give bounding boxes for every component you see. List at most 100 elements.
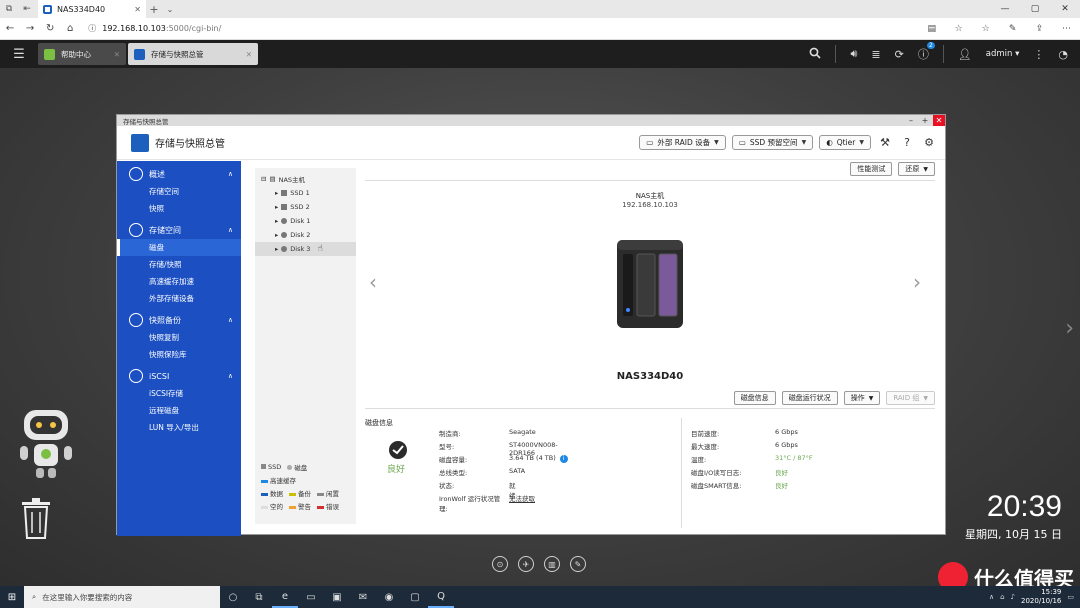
more-options-icon[interactable]: ⋮ [1033,48,1044,61]
tab-actions-icon[interactable]: ⧉ [0,0,18,18]
raid-group-dropdown[interactable]: RAID 组 ▼ [886,391,935,405]
taskbar-app-storage[interactable]: 存储与快照总管 ✕ [128,43,258,65]
close-icon[interactable]: ✕ [1050,0,1080,18]
recycle-bin-icon[interactable] [18,496,54,542]
sidebar-section-snapshot-backup[interactable]: 快照备份 ∧ [117,311,241,329]
qfinder-icon[interactable]: Q [428,586,454,608]
sidebar-item-disks[interactable]: 磁盘 [117,239,241,256]
sidebar-item-remote-disk[interactable]: 远程磁盘 [117,402,241,419]
start-windows-icon[interactable]: ⊞ [0,592,24,603]
ironwolf-link[interactable]: 无法获取 [509,493,535,503]
store-icon[interactable]: ▣ [324,586,350,608]
sidebar-item-iscsi-storage[interactable]: iSCSI存储 [117,385,241,402]
user-menu[interactable]: admin ▾ [986,49,1020,59]
settings-gear-icon[interactable]: ⚙ [921,136,937,149]
restore-label: 还原 [905,165,920,173]
cortana-icon[interactable]: ○ [220,586,246,608]
sidebar-item-external-storage[interactable]: 外部存储设备 [117,290,241,307]
tab-list-chevron-icon[interactable]: ⌄ [162,5,178,14]
app-icon[interactable]: ▢ [402,586,428,608]
tree-node-disk2[interactable]: ▸ Disk 2 [255,228,356,242]
task-view-icon[interactable]: ⧉ [246,586,272,608]
maximize-icon[interactable]: ▢ [1020,0,1050,18]
tree-node-disk3[interactable]: ▸ Disk 3 ☝ [255,242,356,256]
app-icon[interactable]: ◉ [376,586,402,608]
sidebar-item-lun-import-export[interactable]: LUN 导入/导出 [117,419,241,436]
sidebar-item-snapshot-vault[interactable]: 快照保险库 [117,346,241,363]
back-icon[interactable]: ← [4,23,16,34]
taskbar-app-help-center[interactable]: 帮助中心 ✕ [38,43,126,65]
tree-node-ssd1[interactable]: ▸ SSD 1 [255,186,356,200]
volume-icon[interactable]: 🔊︎ [850,47,857,61]
pen-icon[interactable]: ✎ [1003,24,1022,34]
previous-arrow-icon[interactable]: ‹ [369,270,377,294]
external-raid-dropdown[interactable]: ▭ 外部 RAID 设备 ▼ [639,135,726,150]
performance-test-button[interactable]: 性能测试 [850,162,893,176]
mail-icon[interactable]: ✉ [350,586,376,608]
taskbar-search-input[interactable]: ⌕ 在这里输入你要搜索的内容 [24,586,220,608]
dock-app-3-icon[interactable]: ▥ [544,556,560,572]
collapse-icon[interactable]: ⊟ [261,175,266,183]
sidebar-item-snapshot-replica[interactable]: 快照复制 [117,329,241,346]
url-field[interactable]: ⓘ 192.168.10.103:5000/cgi-bin/ [84,21,914,37]
home-icon[interactable]: ⌂ [64,23,76,34]
help-icon[interactable]: ? [899,136,915,149]
disk-health-button[interactable]: 磁盘运行状况 [781,391,838,405]
main-menu-icon[interactable]: ☰ [0,47,38,62]
forward-icon[interactable]: → [24,23,36,34]
sidebar-item-cache-acceleration[interactable]: 高速缓存加速 [117,273,241,290]
favorite-star-icon[interactable]: ☆ [949,24,968,34]
sidebar-item-storage-space[interactable]: 存储空间 [117,183,241,200]
tree-node-ssd2[interactable]: ▸ SSD 2 [255,200,356,214]
tree-node-disk1[interactable]: ▸ Disk 1 [255,214,356,228]
notifications-icon[interactable]: ▭ [1067,593,1074,601]
browser-tab[interactable]: NAS334D40 ✕ [38,0,146,18]
health-status: 良好 [387,465,406,475]
volume-icon[interactable]: ♪ [1011,593,1015,601]
tab-close-icon[interactable]: ✕ [134,5,141,14]
notification-icon[interactable]: ⓘ 2 [918,42,935,62]
favorites-bar-icon[interactable]: ☆ [976,24,995,34]
dock-app-2-icon[interactable]: ✈ [518,556,534,572]
sidebar-section-storage[interactable]: 存储空间 ∧ [117,221,241,239]
more-icon[interactable]: ⋯ [1057,24,1076,34]
close-icon[interactable]: ✕ [933,115,945,126]
minimize-icon[interactable]: — [990,0,1020,18]
tray-arrow-icon[interactable]: ∧ [989,593,994,601]
new-tab-button[interactable]: + [146,3,162,16]
maximize-icon[interactable]: + [919,115,931,126]
qtier-dropdown[interactable]: ◐ Qtier ▼ [819,135,871,150]
sidebar-section-iscsi[interactable]: iSCSI ∧ [117,367,241,385]
close-icon[interactable]: ✕ [246,50,252,59]
next-arrow-icon[interactable]: › [913,270,921,294]
action-dropdown[interactable]: 操作 ▼ [843,391,881,405]
search-icon[interactable] [809,47,822,62]
edge-icon[interactable]: e [272,586,298,608]
minimize-icon[interactable]: – [905,115,917,126]
reading-view-icon[interactable]: ▤ [922,24,941,34]
stack-icon[interactable]: ≣ [871,48,880,61]
dock-app-1-icon[interactable]: ⊙ [492,556,508,572]
disk-info-button[interactable]: 磁盘信息 [733,391,776,405]
sidebar-section-overview[interactable]: 概述 ∧ [117,165,241,183]
dashboard-icon[interactable]: ◔ [1058,48,1068,61]
dock-app-4-icon[interactable]: ✎ [570,556,586,572]
background-task-icon[interactable]: ⟳ [895,48,904,61]
file-explorer-icon[interactable]: ▭ [298,586,324,608]
back-tabs-icon[interactable]: ⇤ [18,0,36,18]
restore-dropdown[interactable]: 还原 ▼ [898,162,935,176]
sidebar-item-storage-snapshots[interactable]: 存储/快照 [117,256,241,273]
tray-clock[interactable]: 15:39 2020/10/16 [1021,588,1061,606]
qboost-robot-icon[interactable] [14,406,78,484]
network-icon[interactable]: ⌂ [1000,593,1004,601]
diagnostic-tool-icon[interactable]: ⚒ [877,136,893,149]
user-avatar-icon[interactable]: 👤︎ [958,48,972,61]
info-icon[interactable]: i [559,455,568,463]
ssd-overprovision-dropdown[interactable]: ▭ SSD 预留空间 ▼ [731,135,814,150]
desktop-next-arrow-icon[interactable]: › [1065,316,1074,341]
close-icon[interactable]: ✕ [114,50,120,59]
tree-node-nas[interactable]: ⊟ ▤ NAS主机 [255,172,356,186]
sidebar-item-snapshot[interactable]: 快照 [117,200,241,217]
share-icon[interactable]: ⇪ [1030,24,1049,34]
refresh-icon[interactable]: ↻ [44,23,56,34]
